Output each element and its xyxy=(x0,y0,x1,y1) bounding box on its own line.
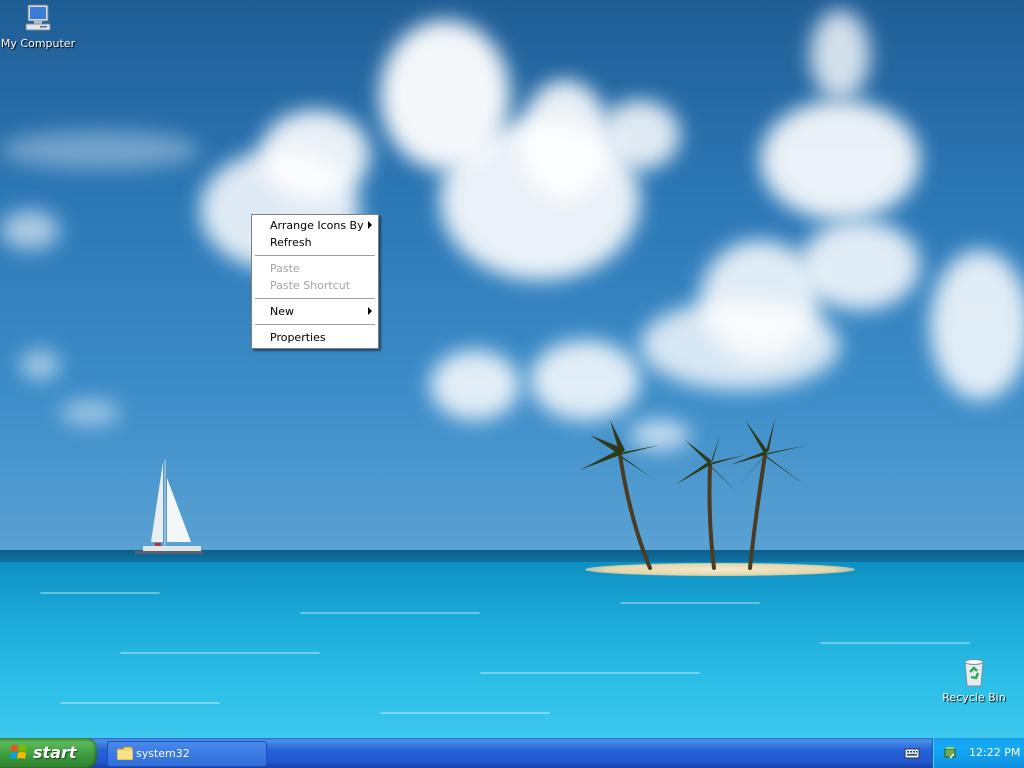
menu-item-arrange-icons-by[interactable]: Arrange Icons By xyxy=(252,217,378,234)
menu-item-properties[interactable]: Properties xyxy=(252,329,378,346)
recycle-bin-icon xyxy=(964,659,984,687)
clock[interactable]: 12:22 PM xyxy=(969,746,1020,759)
start-label: start xyxy=(33,743,77,762)
desktop-icon-label: My Computer xyxy=(0,37,76,50)
start-button[interactable]: start xyxy=(0,738,97,768)
desktop-icon-label: Recycle Bin xyxy=(942,691,1006,704)
submenu-arrow-icon xyxy=(368,221,372,229)
menu-item-refresh[interactable]: Refresh xyxy=(252,234,378,251)
sailboat xyxy=(135,460,203,554)
menu-separator xyxy=(255,298,375,299)
desktop[interactable]: My Computer Recycle Bin Arrange Icons By… xyxy=(0,0,1024,738)
menu-item-label: Paste Shortcut xyxy=(270,279,351,292)
menu-item-paste-shortcut: Paste Shortcut xyxy=(252,277,378,294)
palm-trees xyxy=(580,418,808,570)
computer-icon xyxy=(25,4,51,31)
system-tray: 12:22 PM xyxy=(932,738,1024,768)
menu-item-new[interactable]: New xyxy=(252,303,378,320)
taskbar: start system32 12:22 PM xyxy=(0,738,1024,768)
menu-item-label: Refresh xyxy=(270,236,312,249)
keyboard-icon[interactable] xyxy=(904,746,920,760)
menu-separator xyxy=(255,255,375,256)
taskbar-window-label: system32 xyxy=(136,747,190,760)
menu-item-label: Paste xyxy=(270,262,300,275)
wallpaper-sea xyxy=(0,562,1024,738)
windows-logo-icon xyxy=(10,745,27,759)
menu-item-label: Properties xyxy=(270,331,326,344)
menu-item-paste: Paste xyxy=(252,260,378,277)
desktop-icon-my-computer[interactable]: My Computer xyxy=(0,2,76,50)
taskbar-window-system32[interactable]: system32 xyxy=(107,741,267,767)
menu-item-label: New xyxy=(270,305,294,318)
desktop-icon-recycle-bin[interactable]: Recycle Bin xyxy=(936,656,1012,704)
desktop-context-menu: Arrange Icons By Refresh Paste Paste Sho… xyxy=(251,214,379,349)
safely-remove-hardware-icon[interactable] xyxy=(943,746,957,760)
menu-separator xyxy=(255,324,375,325)
submenu-arrow-icon xyxy=(368,307,372,315)
folder-icon xyxy=(117,747,133,760)
menu-item-label: Arrange Icons By xyxy=(270,219,364,232)
